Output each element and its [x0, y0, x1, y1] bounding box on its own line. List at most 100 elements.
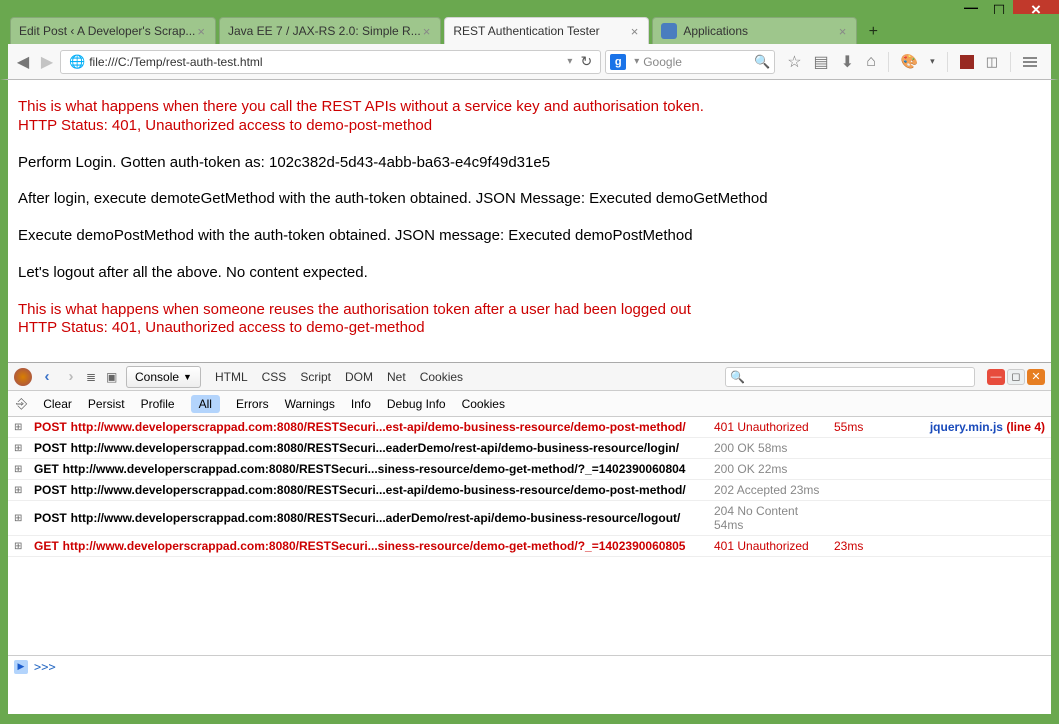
downloads-icon[interactable]: ⬇ [841, 52, 854, 72]
body-text: Let's logout after all the above. No con… [18, 264, 1045, 283]
network-row[interactable]: ⊞ GET http://www.developerscrappad.com:8… [8, 459, 1051, 480]
tab-close-icon[interactable]: × [195, 24, 207, 39]
command-icon[interactable]: ⎆ [16, 395, 27, 412]
expand-icon[interactable]: ⊞ [14, 485, 24, 496]
profile-button[interactable]: Profile [141, 397, 175, 411]
network-row[interactable]: ⊞ GET http://www.developerscrappad.com:8… [8, 536, 1051, 557]
menu-button[interactable] [1023, 57, 1037, 67]
devtools-forward-button[interactable]: › [62, 368, 80, 385]
devtools-list-icon[interactable]: ≣ [86, 370, 100, 384]
devtools-popout-button[interactable]: ◻ [1007, 369, 1025, 385]
extension-square-icon[interactable] [960, 55, 974, 69]
browser-tab[interactable]: Java EE 7 / JAX-RS 2.0: Simple R... × [219, 17, 441, 44]
error-text: HTTP Status: 401, Unauthorized access to… [18, 117, 1045, 136]
request-method: POST [34, 441, 67, 455]
bookmark-star-icon[interactable]: ☆ [787, 52, 801, 72]
console-prompt: >>> [34, 660, 56, 674]
new-tab-button[interactable]: + [860, 19, 886, 44]
request-method: POST [34, 420, 67, 434]
tab-close-icon[interactable]: × [421, 24, 433, 39]
browser-toolbar: ◀ ▶ 🌐 file:///C:/Temp/rest-auth-test.htm… [0, 44, 1059, 80]
request-url: http://www.developerscrappad.com:8080/RE… [71, 483, 686, 497]
firebug-icon[interactable] [14, 368, 32, 386]
request-method: GET [34, 539, 59, 553]
window-titlebar: — ☐ × [0, 0, 1059, 14]
expand-icon[interactable]: ⊞ [14, 541, 24, 552]
network-request-list: ⊞ POST http://www.developerscrappad.com:… [8, 417, 1051, 655]
devtools-back-button[interactable]: ‹ [38, 368, 56, 385]
panel-tab-css[interactable]: CSS [262, 370, 287, 384]
toolbar-divider [947, 52, 948, 72]
tab-close-icon[interactable]: × [837, 24, 849, 39]
panel-tab-dom[interactable]: DOM [345, 370, 373, 384]
filter-all-button[interactable]: All [191, 395, 220, 413]
network-row[interactable]: ⊞ POST http://www.developerscrappad.com:… [8, 480, 1051, 501]
expand-icon[interactable]: ⊞ [14, 422, 24, 433]
extension-icon[interactable]: 🎨 [901, 53, 918, 70]
devtools-inspect-icon[interactable]: ▣ [106, 370, 120, 384]
expand-icon[interactable]: ⊞ [14, 513, 24, 524]
panel-tab-html[interactable]: HTML [215, 370, 248, 384]
request-status: 200 OK 58ms [714, 441, 824, 455]
devtools-minimize-button[interactable]: — [987, 369, 1005, 385]
globe-icon: 🌐 [69, 54, 85, 70]
request-url: http://www.developerscrappad.com:8080/RE… [71, 511, 681, 525]
panel-tab-net[interactable]: Net [387, 370, 406, 384]
request-status: 200 OK 22ms [714, 462, 824, 476]
panel-tab-cookies[interactable]: Cookies [420, 370, 463, 384]
console-panel-button[interactable]: Console ▼ [126, 366, 201, 388]
panel-tab-script[interactable]: Script [300, 370, 331, 384]
request-url: http://www.developerscrappad.com:8080/RE… [71, 420, 686, 434]
error-text: This is what happens when someone reuses… [18, 301, 1045, 320]
url-dropdown-icon[interactable]: ▾ [563, 56, 576, 67]
content-surface: This is what happens when there you call… [0, 80, 1059, 714]
devtools-search-input[interactable]: 🔍 [725, 367, 975, 387]
tab-title: Applications [683, 24, 836, 38]
console-toggle-icon[interactable]: ▶ [14, 660, 28, 674]
tab-title: Edit Post ‹ A Developer's Scrap... [19, 24, 195, 38]
persist-button[interactable]: Persist [88, 397, 125, 411]
browser-tab[interactable]: Edit Post ‹ A Developer's Scrap... × [10, 17, 216, 44]
reload-button[interactable]: ↻ [576, 53, 596, 70]
error-text: This is what happens when there you call… [18, 98, 1045, 117]
request-status: 401 Unauthorized [714, 420, 824, 434]
request-source[interactable]: jquery.min.js (line 4) [930, 420, 1045, 434]
console-command-line[interactable]: ▶ >>> [8, 655, 1051, 677]
devtools-subtoolbar: ⎆ Clear Persist Profile All Errors Warni… [8, 391, 1051, 417]
reader-icon[interactable]: ▤ [814, 52, 829, 72]
clear-button[interactable]: Clear [43, 397, 72, 411]
filter-errors-button[interactable]: Errors [236, 397, 269, 411]
toolbar-divider [1010, 52, 1011, 72]
browser-tab-active[interactable]: REST Authentication Tester × [444, 17, 649, 44]
filter-debug-button[interactable]: Debug Info [387, 397, 446, 411]
back-button[interactable]: ◀ [14, 53, 32, 71]
request-time: 23ms [834, 539, 884, 553]
request-status: 401 Unauthorized [714, 539, 824, 553]
extension-grid-icon[interactable]: ◫ [986, 54, 998, 70]
home-icon[interactable]: ⌂ [866, 53, 876, 71]
devtools-close-button[interactable]: ✕ [1027, 369, 1045, 385]
expand-icon[interactable]: ⊞ [14, 443, 24, 454]
request-method: POST [34, 511, 67, 525]
filter-cookies-button[interactable]: Cookies [462, 397, 505, 411]
url-input[interactable]: 🌐 file:///C:/Temp/rest-auth-test.html ▾ … [60, 50, 601, 74]
request-status: 204 No Content 54ms [714, 504, 824, 532]
filter-info-button[interactable]: Info [351, 397, 371, 411]
forward-button[interactable]: ▶ [38, 53, 56, 71]
search-icon[interactable]: 🔍 [754, 54, 770, 70]
browser-tab[interactable]: Applications × [652, 17, 857, 44]
browser-tabstrip: Edit Post ‹ A Developer's Scrap... × Jav… [0, 14, 1059, 44]
tab-close-icon[interactable]: × [629, 24, 641, 39]
console-label: Console [135, 370, 179, 384]
network-row[interactable]: ⊞ POST http://www.developerscrappad.com:… [8, 438, 1051, 459]
search-engine-dropdown-icon[interactable]: ▾ [630, 56, 643, 67]
expand-icon[interactable]: ⊞ [14, 464, 24, 475]
network-row[interactable]: ⊞ POST http://www.developerscrappad.com:… [8, 417, 1051, 438]
extension-dropdown-icon[interactable]: ▾ [930, 56, 935, 67]
filter-warnings-button[interactable]: Warnings [285, 397, 335, 411]
network-row[interactable]: ⊞ POST http://www.developerscrappad.com:… [8, 501, 1051, 536]
tab-favicon-icon [661, 23, 677, 39]
search-input[interactable]: g ▾ Google 🔍 [605, 50, 775, 74]
url-text: file:///C:/Temp/rest-auth-test.html [89, 55, 563, 69]
toolbar-divider [888, 52, 889, 72]
